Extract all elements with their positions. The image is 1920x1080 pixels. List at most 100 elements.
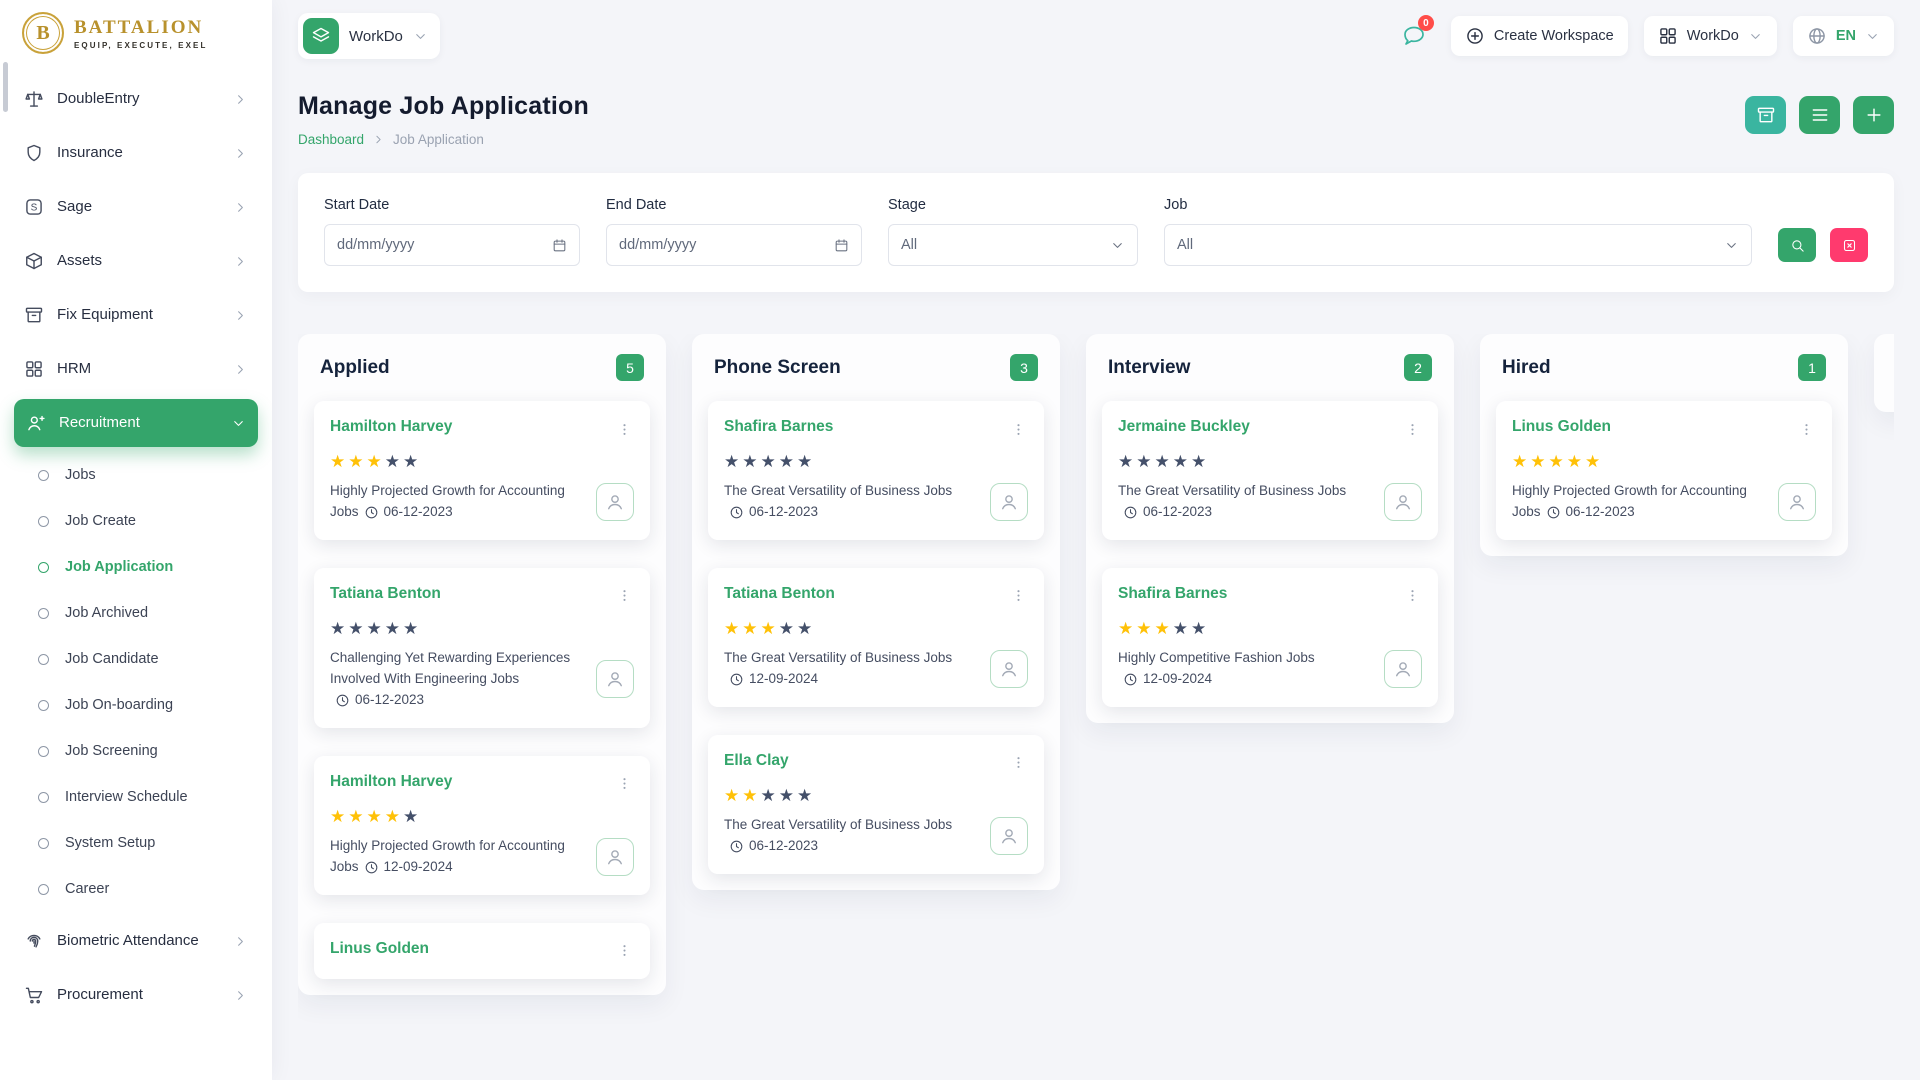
- applied-date: 06-12-2023: [1546, 502, 1635, 523]
- user-icon: [605, 847, 625, 867]
- sidebar-nav: DoubleEntryInsuranceSSage Assets Fix Equip…: [0, 66, 272, 1022]
- circle-icon: [38, 884, 49, 895]
- card-body: Highly Projected Growth for Accounting J…: [1512, 481, 1816, 523]
- sidebar-scrollbar[interactable]: [3, 62, 8, 112]
- workspace-label: WorkDo: [349, 28, 403, 45]
- star-icon: ★: [1173, 453, 1188, 470]
- sidebar-item-hrm[interactable]: HRM: [12, 342, 260, 396]
- candidate-name-link[interactable]: Shafira Barnes: [1118, 585, 1227, 603]
- rating-stars: ★★★★★: [330, 620, 634, 637]
- sidebar-item-biometric-attendance[interactable]: Biometric Attendance: [12, 914, 260, 968]
- add-application-button[interactable]: [1853, 96, 1894, 134]
- stage-value: All: [901, 237, 917, 253]
- card-menu-button[interactable]: [614, 585, 634, 607]
- candidate-name-link[interactable]: Hamilton Harvey: [330, 418, 452, 436]
- list-view-button[interactable]: [1799, 96, 1840, 134]
- box-icon: [24, 251, 44, 271]
- candidate-avatar: [1384, 650, 1422, 688]
- card-menu-button[interactable]: [1008, 752, 1028, 774]
- sidebar-subitem-interview-schedule[interactable]: Interview Schedule: [12, 774, 260, 820]
- sage-icon: S: [24, 197, 44, 217]
- application-card[interactable]: Hamilton Harvey★★★★★Highly Projected Gro…: [314, 756, 650, 895]
- candidate-name-link[interactable]: Tatiana Benton: [330, 585, 441, 603]
- application-card[interactable]: Tatiana Benton★★★★★The Great Versatility…: [708, 568, 1044, 707]
- star-icon: ★: [1512, 453, 1527, 470]
- application-card[interactable]: Jermaine Buckley★★★★★The Great Versatili…: [1102, 401, 1438, 540]
- sidebar-subitem-job-application[interactable]: Job Application: [12, 544, 260, 590]
- workdo-menu-label: WorkDo: [1687, 28, 1739, 44]
- candidate-name-link[interactable]: Jermaine Buckley: [1118, 418, 1250, 436]
- card-menu-button[interactable]: [1008, 418, 1028, 440]
- candidate-name-link[interactable]: Tatiana Benton: [724, 585, 835, 603]
- rating-stars: ★★★★★: [1512, 453, 1816, 470]
- candidate-name-link[interactable]: Ella Clay: [724, 752, 789, 770]
- star-icon: ★: [367, 808, 382, 825]
- chevron-down-icon: [1748, 29, 1763, 44]
- sidebar-item-label: Assets: [57, 252, 220, 271]
- candidate-name-link[interactable]: Linus Golden: [330, 940, 429, 958]
- card-menu-button[interactable]: [614, 773, 634, 795]
- star-icon: ★: [742, 620, 757, 637]
- application-card[interactable]: Hamilton Harvey★★★★★Highly Projected Gro…: [314, 401, 650, 540]
- card-menu-button[interactable]: [614, 940, 634, 962]
- application-card[interactable]: Linus Golden ★★★★★ Highly Projected Growth…: [1496, 401, 1832, 540]
- messages-button[interactable]: 0: [1393, 15, 1435, 57]
- application-card[interactable]: Linus Golden: [314, 923, 650, 979]
- job-select[interactable]: All: [1164, 224, 1752, 266]
- circle-icon: [38, 562, 49, 573]
- sidebar-subitem-system-setup[interactable]: System Setup: [12, 820, 260, 866]
- start-date-input[interactable]: dd/mm/yyyy: [324, 224, 580, 266]
- star-icon: ★: [385, 808, 400, 825]
- stage-select[interactable]: All: [888, 224, 1138, 266]
- card-menu-button[interactable]: [614, 418, 634, 440]
- application-card[interactable]: Shafira Barnes★★★★★Highly Competitive Fa…: [1102, 568, 1438, 707]
- workspace-switcher[interactable]: WorkDo: [298, 13, 440, 59]
- sidebar-item-doubleentry[interactable]: DoubleEntry: [12, 72, 260, 126]
- star-icon: ★: [724, 453, 739, 470]
- application-card[interactable]: Shafira Barnes★★★★★The Great Versatility…: [708, 401, 1044, 540]
- sidebar-item-fix-equipment[interactable]: Fix Equipment: [12, 288, 260, 342]
- sidebar-item-procurement[interactable]: Procurement: [12, 968, 260, 1022]
- chevron-down-icon: [1110, 238, 1125, 253]
- column-cards: Linus Golden ★★★★★ Highly Projected Growth…: [1496, 401, 1832, 540]
- candidate-name-link[interactable]: Shafira Barnes: [724, 418, 833, 436]
- application-card[interactable]: Ella Clay★★★★★The Great Versatility of B…: [708, 735, 1044, 874]
- card-header: Tatiana Benton: [330, 585, 634, 607]
- sidebar-subitem-job-candidate[interactable]: Job Candidate: [12, 636, 260, 682]
- candidate-avatar: [596, 660, 634, 698]
- candidate-name-link[interactable]: Linus Golden: [1512, 418, 1611, 436]
- sidebar-item-insurance[interactable]: Insurance: [12, 126, 260, 180]
- sidebar-item-assets[interactable]: Assets: [12, 234, 260, 288]
- sidebar-subitem-jobs[interactable]: Jobs: [12, 452, 260, 498]
- sidebar-item-sage[interactable]: SSage: [12, 180, 260, 234]
- job-description: The Great Versatility of Business Jobs12…: [724, 648, 980, 690]
- end-date-input[interactable]: dd/mm/yyyy: [606, 224, 862, 266]
- card-body: The Great Versatility of Business Jobs06…: [724, 481, 1028, 523]
- rating-stars: ★★★★★: [1118, 453, 1422, 470]
- calendar-icon: [834, 238, 849, 253]
- create-workspace-button[interactable]: Create Workspace: [1451, 16, 1628, 56]
- language-selector[interactable]: EN: [1793, 16, 1894, 56]
- sidebar-subitem-job-screening[interactable]: Job Screening: [12, 728, 260, 774]
- search-button[interactable]: [1778, 228, 1816, 262]
- card-menu-button[interactable]: [1796, 418, 1816, 440]
- breadcrumb-dashboard-link[interactable]: Dashboard: [298, 132, 364, 147]
- kanban-board: Applied5Hamilton Harvey★★★★★Highly Proje…: [298, 334, 1894, 1080]
- sidebar-subitem-job-create[interactable]: Job Create: [12, 498, 260, 544]
- card-menu-button[interactable]: [1402, 418, 1422, 440]
- sidebar-subitem-career[interactable]: Career: [12, 866, 260, 912]
- card-menu-button[interactable]: [1008, 585, 1028, 607]
- card-menu-button[interactable]: [1402, 585, 1422, 607]
- column-count-badge: 1: [1798, 354, 1826, 381]
- sidebar-subitem-job-on-boarding[interactable]: Job On-boarding: [12, 682, 260, 728]
- application-card[interactable]: Tatiana Benton ★★★★★ Challenging Yet Rewar…: [314, 568, 650, 728]
- card-body: Challenging Yet Rewarding Experiences In…: [330, 648, 634, 711]
- rating-stars: ★★★★★: [724, 787, 1028, 804]
- reset-button[interactable]: [1830, 228, 1868, 262]
- board-view-button[interactable]: [1745, 96, 1786, 134]
- workdo-menu-button[interactable]: WorkDo: [1644, 16, 1777, 56]
- candidate-name-link[interactable]: Hamilton Harvey: [330, 773, 452, 791]
- sidebar-item-recruitment[interactable]: Recruitment: [14, 399, 258, 447]
- brand-logo[interactable]: B BATTALION EQUIP, EXECUTE, EXEL: [0, 0, 272, 66]
- sidebar-subitem-job-archived[interactable]: Job Archived: [12, 590, 260, 636]
